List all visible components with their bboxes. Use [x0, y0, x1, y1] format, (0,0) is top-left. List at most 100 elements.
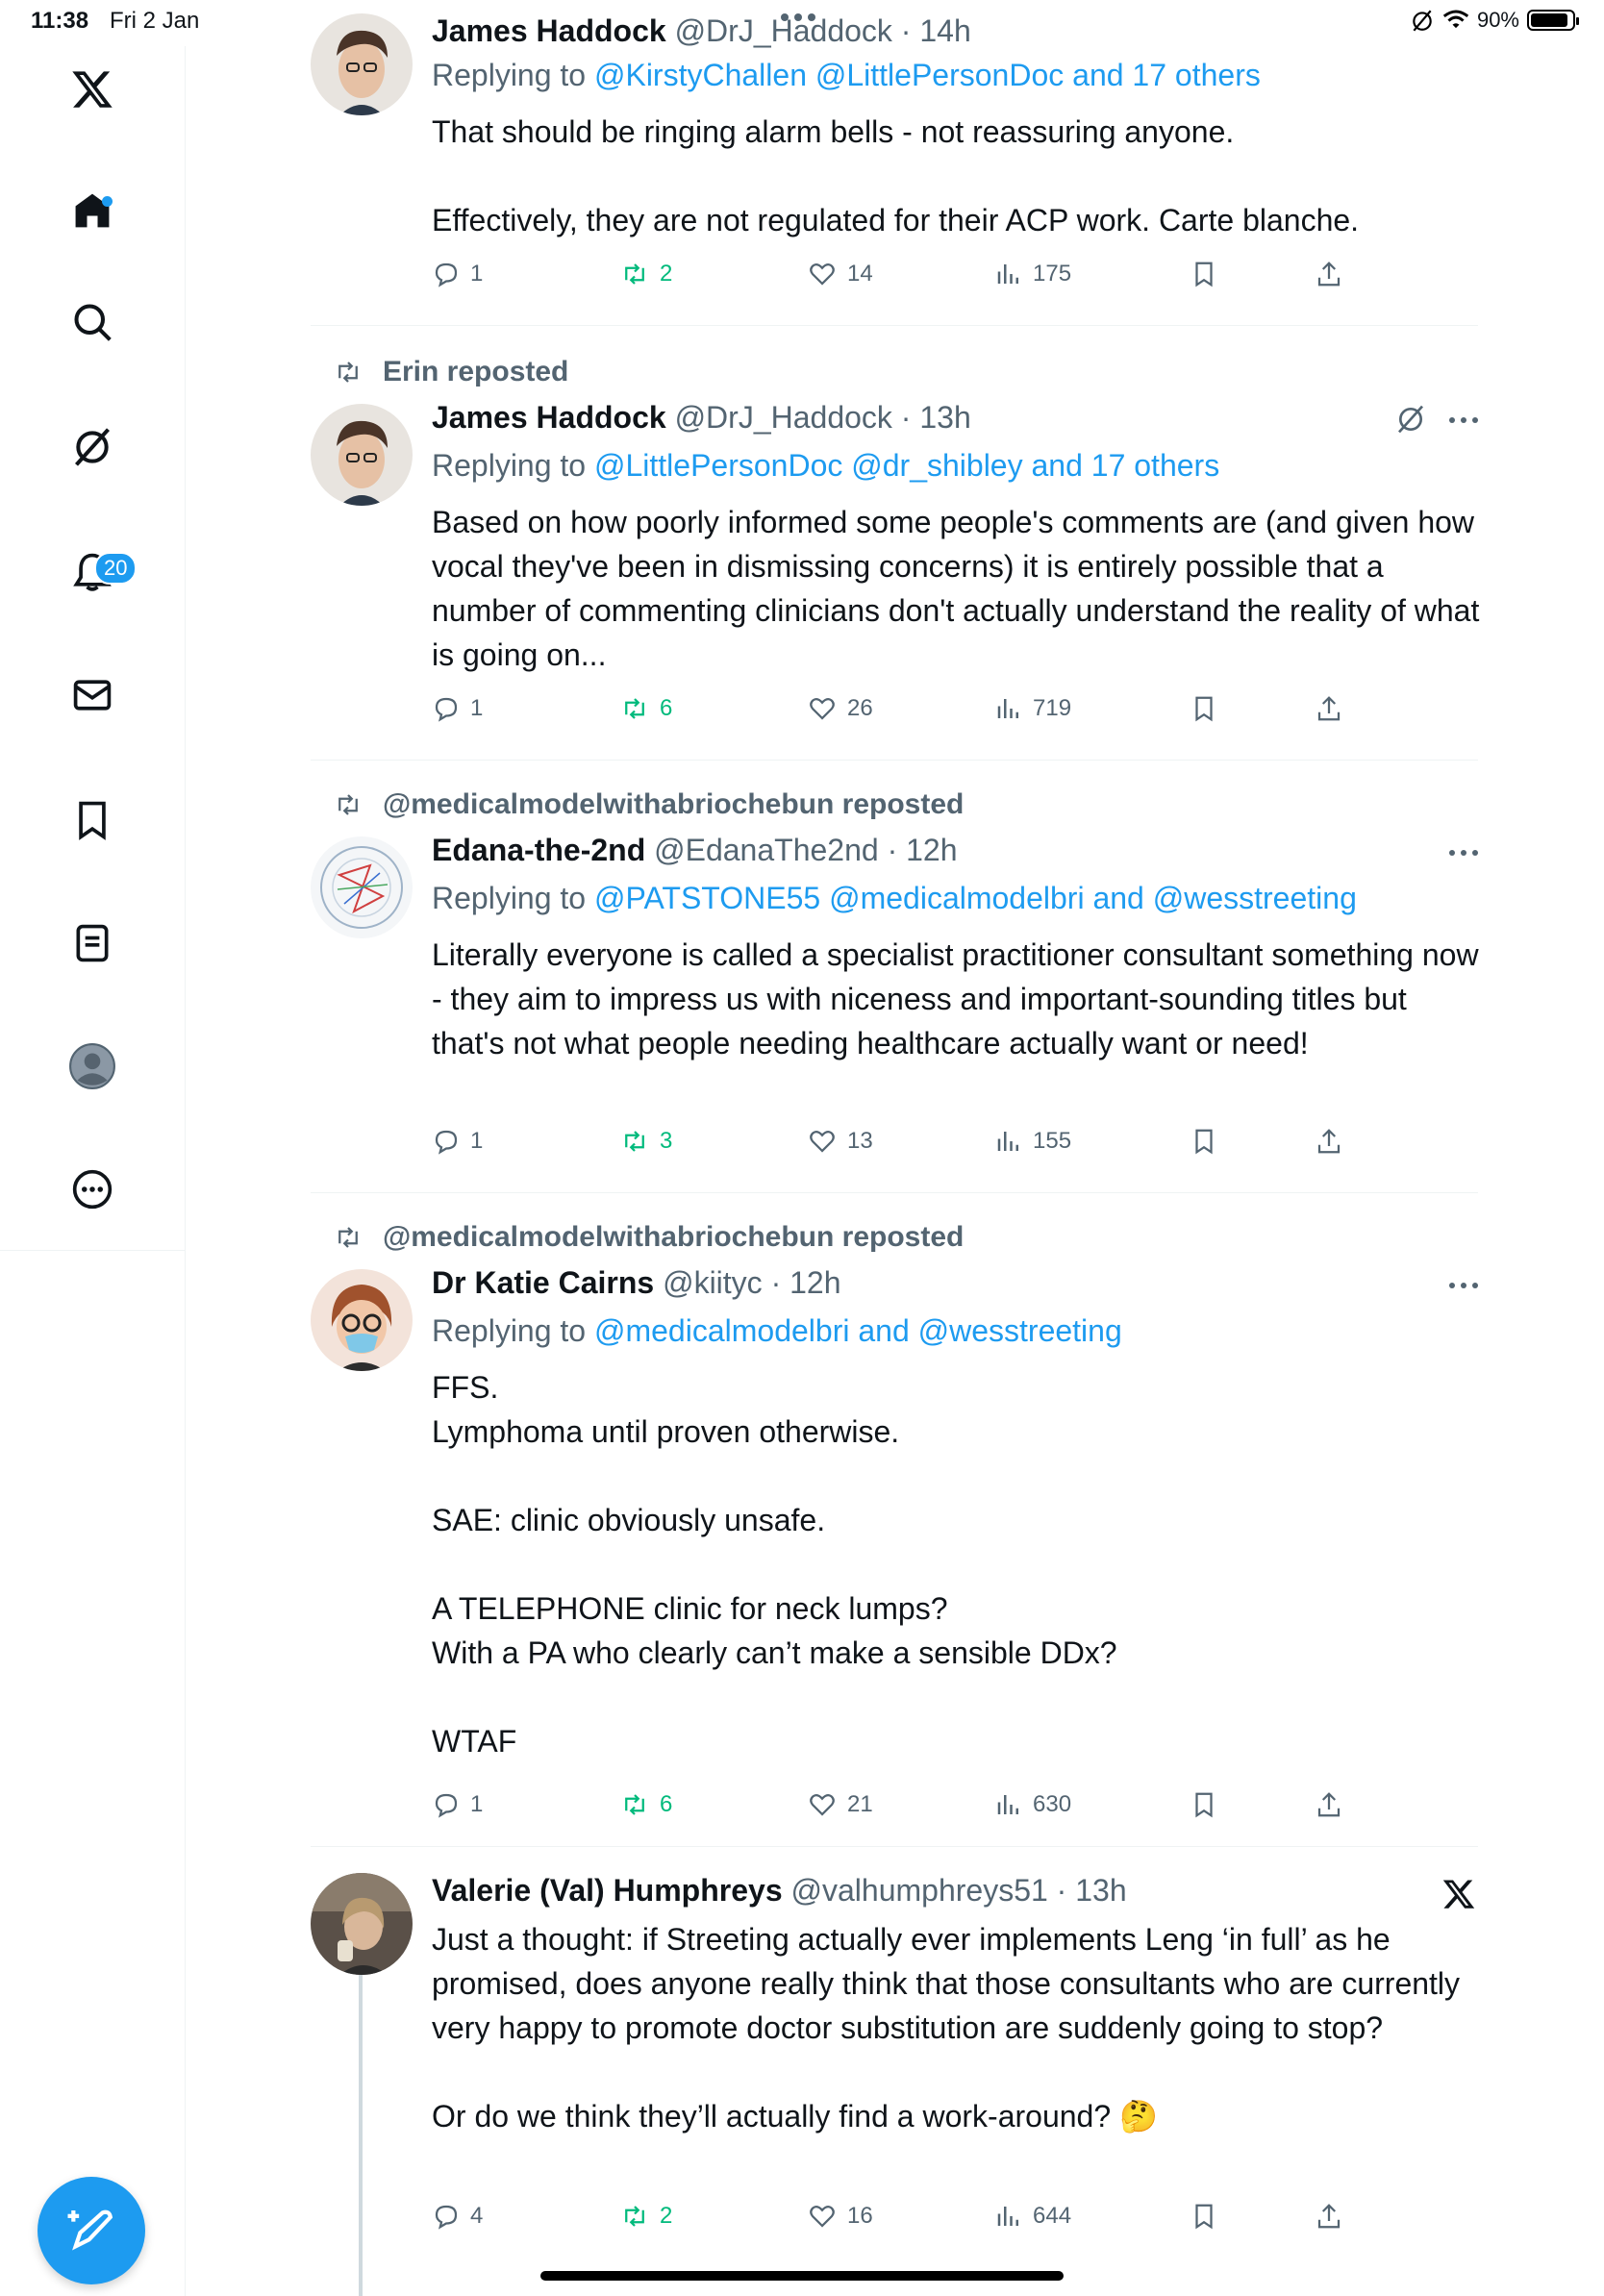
like-button[interactable]: 14: [807, 260, 873, 288]
x-logo-icon[interactable]: [0, 56, 185, 123]
tweet-divider: [311, 760, 1478, 761]
views-icon: [997, 264, 1018, 284]
reply-count: 1: [470, 261, 484, 287]
repost-count: 2: [660, 261, 673, 287]
repost-icon: [625, 2206, 644, 2227]
tweet-divider: [311, 325, 1478, 326]
no-sim-icon: [1413, 10, 1432, 32]
avatar[interactable]: [311, 404, 413, 506]
bookmark-icon: [1195, 1792, 1213, 1818]
status-date: Fri 2 Jan: [110, 8, 200, 34]
reply-button[interactable]: 1: [432, 260, 483, 288]
reply-icon: [435, 697, 458, 722]
share-button[interactable]: [1315, 260, 1343, 288]
tweet-time[interactable]: 12h: [789, 1265, 840, 1300]
notifications-icon[interactable]: 20: [0, 538, 185, 606]
more-options-icon[interactable]: [1449, 417, 1478, 423]
author-handle[interactable]: @DrJ_Haddock: [675, 13, 892, 48]
author-name[interactable]: Edana-the-2nd: [432, 833, 645, 867]
author-handle[interactable]: @DrJ_Haddock: [675, 400, 892, 435]
repost-button[interactable]: 2: [619, 2202, 672, 2231]
share-button[interactable]: [1315, 694, 1343, 723]
reply-button[interactable]: 1: [432, 694, 483, 723]
repost-button[interactable]: 2: [619, 260, 672, 288]
reply-button[interactable]: 4: [432, 2202, 483, 2231]
bookmarks-icon[interactable]: [0, 786, 185, 854]
reply-icon: [435, 262, 458, 287]
bookmark-button[interactable]: [1190, 1790, 1218, 1819]
bookmark-button[interactable]: [1190, 260, 1218, 288]
like-button[interactable]: 21: [807, 1790, 873, 1819]
avatar[interactable]: [311, 1269, 413, 1371]
author-name[interactable]: Dr Katie Cairns: [432, 1265, 654, 1300]
author-name[interactable]: Valerie (Val) Humphreys: [432, 1873, 783, 1908]
reply-button[interactable]: 1: [432, 1127, 483, 1156]
author-handle[interactable]: @EdanaThe2nd: [654, 833, 879, 867]
share-button[interactable]: [1315, 1790, 1343, 1819]
grok-icon[interactable]: [0, 413, 185, 481]
views-button[interactable]: 644: [994, 2202, 1071, 2231]
reply-mentions[interactable]: @KirstyChallen @LittlePersonDoc and 17 o…: [594, 58, 1261, 92]
reply-mentions[interactable]: @PATSTONE55 @medicalmodelbri and @wesstr…: [594, 881, 1357, 915]
repost-by[interactable]: Erin reposted: [383, 356, 568, 388]
tweet-time[interactable]: 14h: [919, 13, 970, 48]
compose-button[interactable]: [38, 2177, 145, 2284]
share-button[interactable]: [1315, 2202, 1343, 2231]
more-icon[interactable]: [0, 1156, 185, 1223]
tweet-time[interactable]: 13h: [919, 400, 970, 435]
reply-mentions[interactable]: @medicalmodelbri and @wesstreeting: [594, 1313, 1122, 1348]
bookmark-button[interactable]: [1190, 2202, 1218, 2231]
like-button[interactable]: 26: [807, 694, 873, 723]
author-handle[interactable]: @valhumphreys51: [791, 1873, 1048, 1908]
tweet-time[interactable]: 12h: [906, 833, 957, 867]
repost-count: 3: [660, 1128, 673, 1154]
lists-icon[interactable]: [0, 910, 185, 977]
like-count: 14: [847, 261, 873, 287]
more-options-icon[interactable]: [1449, 1283, 1478, 1288]
repost-button[interactable]: 6: [619, 694, 672, 723]
share-button[interactable]: [1315, 1127, 1343, 1156]
messages-icon[interactable]: [0, 661, 185, 729]
author-name[interactable]: James Haddock: [432, 13, 666, 48]
grok-icon[interactable]: [1395, 404, 1426, 435]
share-icon: [1317, 696, 1341, 721]
more-options-icon[interactable]: [1449, 850, 1478, 856]
tweet-divider: [311, 1846, 1478, 1847]
reply-count: 1: [470, 695, 484, 721]
reply-count: 1: [470, 1791, 484, 1817]
views-icon: [997, 1795, 1018, 1814]
like-button[interactable]: 13: [807, 1127, 873, 1156]
search-icon[interactable]: [0, 288, 185, 356]
repost-icon: [625, 1794, 644, 1815]
compose-icon: [67, 2209, 113, 2251]
home-indicator[interactable]: [540, 2271, 1064, 2281]
repost-button[interactable]: 3: [619, 1127, 672, 1156]
tweet-time[interactable]: 13h: [1075, 1873, 1126, 1908]
tweet-header: Edana-the-2nd @EdanaThe2nd · 12h: [432, 833, 958, 867]
avatar[interactable]: [311, 1873, 413, 1975]
tweet-text: That should be ringing alarm bells - not…: [432, 114, 1360, 237]
views-button[interactable]: 155: [994, 1127, 1071, 1156]
reply-icon: [435, 2205, 458, 2230]
reply-button[interactable]: 1: [432, 1790, 483, 1819]
profile-icon[interactable]: [0, 1033, 185, 1100]
views-count: 644: [1033, 2203, 1072, 2229]
status-right: 90%: [1410, 8, 1579, 33]
repost-by[interactable]: @medicalmodelwithabriochebun reposted: [383, 788, 964, 821]
bookmark-button[interactable]: [1190, 1127, 1218, 1156]
repost-icon: [338, 362, 358, 383]
like-button[interactable]: 16: [807, 2202, 873, 2231]
bookmark-button[interactable]: [1190, 694, 1218, 723]
reply-mentions[interactable]: @LittlePersonDoc @dr_shibley and 17 othe…: [594, 448, 1219, 483]
views-button[interactable]: 175: [994, 260, 1071, 288]
avatar[interactable]: [311, 836, 413, 938]
home-icon[interactable]: [0, 177, 185, 244]
avatar[interactable]: [311, 13, 413, 115]
x-logo-icon: [1442, 1880, 1475, 1909]
repost-button[interactable]: 6: [619, 1790, 672, 1819]
author-name[interactable]: James Haddock: [432, 400, 666, 435]
author-handle[interactable]: @kiityc: [663, 1265, 763, 1300]
repost-by[interactable]: @medicalmodelwithabriochebun reposted: [383, 1221, 964, 1254]
views-button[interactable]: 630: [994, 1790, 1071, 1819]
views-button[interactable]: 719: [994, 694, 1071, 723]
